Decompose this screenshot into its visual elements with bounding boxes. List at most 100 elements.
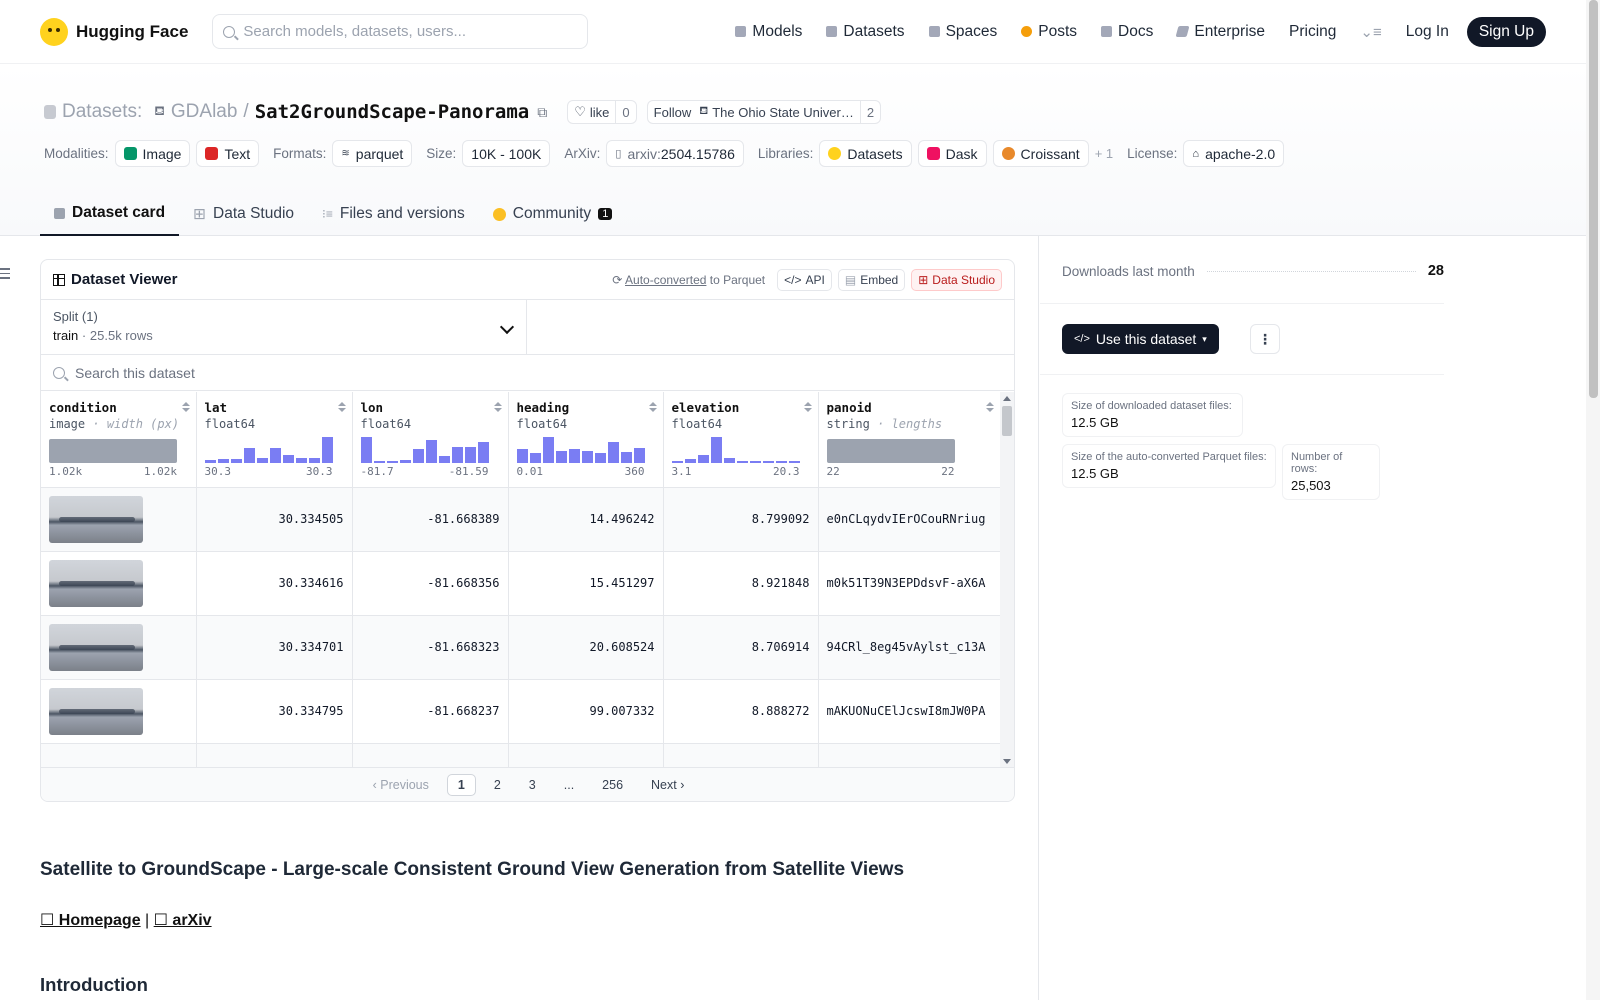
column-histogram[interactable] [671,437,800,463]
page-2-button[interactable]: 2 [484,775,511,795]
table-row[interactable]: 30.334505 -81.668389 14.496242 8.799092 e0nC… [41,487,1000,552]
histogram-bar[interactable] [723,458,735,463]
split-select[interactable]: Split (1) train · 25.5k rows [41,300,527,354]
lat-cell[interactable]: 30.334795 [196,679,353,744]
column-header-lon[interactable]: lon float64 -81.7 -81.59 [352,392,509,488]
repo-owner-link[interactable]: GDAlab [171,101,238,123]
column-header-lat[interactable]: lat float64 30.3 30.3 [196,392,353,488]
histogram-bar[interactable] [204,460,216,463]
more-options-button[interactable]: ⋮ [1250,324,1280,354]
histogram-bar[interactable] [684,459,696,463]
histogram-bar[interactable] [256,458,268,463]
login-link[interactable]: Log In [1394,16,1461,48]
histogram-bar[interactable] [464,447,476,463]
column-histogram[interactable] [360,437,489,463]
sort-icon[interactable] [493,402,502,412]
histogram-bar[interactable] [412,449,424,463]
modality-image-tag[interactable]: Image [114,140,191,167]
repo-name[interactable]: Sat2GroundScape-Panorama [255,101,530,123]
page-3-button[interactable]: 3 [519,775,546,795]
library-croissant-tag[interactable]: Croissant [992,140,1089,167]
column-histogram[interactable] [516,437,645,463]
sort-icon[interactable] [337,402,346,412]
page-scrollbar[interactable] [1586,0,1600,1000]
elevation-cell[interactable]: 8.706914 [663,615,819,680]
histogram-bar[interactable] [736,461,748,463]
histogram-bar[interactable] [269,448,281,463]
condition-cell[interactable] [41,487,197,552]
lon-cell[interactable]: -81.668356 [352,551,509,616]
histogram-bar[interactable] [243,448,255,463]
lat-cell[interactable]: 30.334701 [196,615,353,680]
table-row[interactable]: 30.334701 -81.668323 20.608524 8.706914 94CR… [41,615,1000,680]
elevation-cell[interactable]: 8.921848 [663,551,819,616]
elevation-cell[interactable]: 8.888272 [663,679,819,744]
panoid-cell[interactable]: 94CRl_8eg45vAylst_c13A [818,615,1000,680]
nav-datasets[interactable]: Datasets [814,16,916,48]
dataset-search-input[interactable]: Search this dataset [41,355,1014,391]
column-header-elevation[interactable]: elevation float64 3.1 20.3 [663,392,819,488]
condition-cell[interactable] [41,551,197,616]
histogram-bar[interactable] [594,453,606,463]
page-256-button[interactable]: 256 [592,775,633,795]
table-scrollbar[interactable] [1000,392,1014,768]
histogram-bar[interactable] [217,459,229,463]
histogram-bar[interactable] [386,461,398,463]
condition-cell[interactable] [41,679,197,744]
table-row[interactable] [41,743,1000,768]
nav-docs[interactable]: Docs [1089,16,1165,48]
histogram-bar[interactable] [542,437,554,463]
histogram-bar[interactable] [788,461,800,463]
nav-spaces[interactable]: Spaces [917,16,1010,48]
histogram-bar[interactable] [529,453,541,463]
nav-models[interactable]: Models [723,16,814,48]
histogram-bar[interactable] [749,461,761,463]
histogram-bar[interactable] [308,458,320,463]
library-datasets-tag[interactable]: Datasets [819,140,912,167]
license-tag[interactable]: ⌂ apache-2.0 [1183,140,1285,167]
condition-cell[interactable] [41,743,197,768]
next-page-button[interactable]: Next › [641,775,694,795]
panorama-thumbnail[interactable] [49,687,143,735]
panorama-thumbnail[interactable] [49,495,143,543]
heading-cell[interactable]: 14.496242 [508,487,664,552]
histogram-bar[interactable] [49,439,177,463]
condition-cell[interactable] [41,615,197,680]
previous-page-button[interactable]: ‹ Previous [363,775,439,795]
lat-cell[interactable]: 30.334616 [196,551,353,616]
histogram-bar[interactable] [633,448,645,463]
histogram-bar[interactable] [438,456,450,463]
histogram-bar[interactable] [568,449,580,463]
histogram-bar[interactable] [477,442,489,463]
auto-converted-note[interactable]: ⟳ Auto-converted to Parquet [612,273,765,287]
column-header-condition[interactable]: condition image · width (px) 1.02k 1.02k [41,392,197,488]
histogram-bar[interactable] [360,437,372,463]
more-menu-icon[interactable]: ⌄≡ [1348,16,1393,48]
arxiv-link[interactable]: ☐ arXiv [154,912,212,929]
like-button[interactable]: ♡ like 0 [567,100,637,124]
tab-data-studio[interactable]: ⊞ Data Studio [179,192,308,236]
library-dask-tag[interactable]: Dask [917,140,987,167]
api-button[interactable]: </> API [777,268,832,291]
lon-cell[interactable]: -81.668323 [352,615,509,680]
lon-cell[interactable]: -81.668237 [352,679,509,744]
table-row[interactable]: 30.334616 -81.668356 15.451297 8.921848 m0k5… [41,551,1000,616]
histogram-bar[interactable] [230,459,242,463]
histogram-bar[interactable] [425,440,437,463]
histogram-bar[interactable] [295,458,307,463]
panorama-thumbnail[interactable] [49,559,143,607]
histogram-bar[interactable] [282,455,294,463]
lat-cell[interactable]: 30.334505 [196,487,353,552]
libraries-more[interactable]: + 1 [1095,146,1113,161]
heading-cell[interactable]: 15.451297 [508,551,664,616]
sidebar-toggle-icon[interactable] [0,268,10,282]
histogram-bar[interactable] [710,437,722,463]
histogram-bar[interactable] [620,452,632,463]
size-tag[interactable]: 10K - 100K [462,140,551,167]
modality-text-tag[interactable]: Text [196,140,260,167]
tab-dataset-card[interactable]: Dataset card [40,192,180,236]
panoid-cell[interactable]: mAKUONuCElJcswI8mJW0PA [818,679,1000,744]
panoid-cell[interactable]: m0k51T39N3EPDdsvF-aX6A [818,551,1000,616]
search-input[interactable]: Search models, datasets, users... [212,14,589,49]
histogram-bar[interactable] [581,451,593,463]
